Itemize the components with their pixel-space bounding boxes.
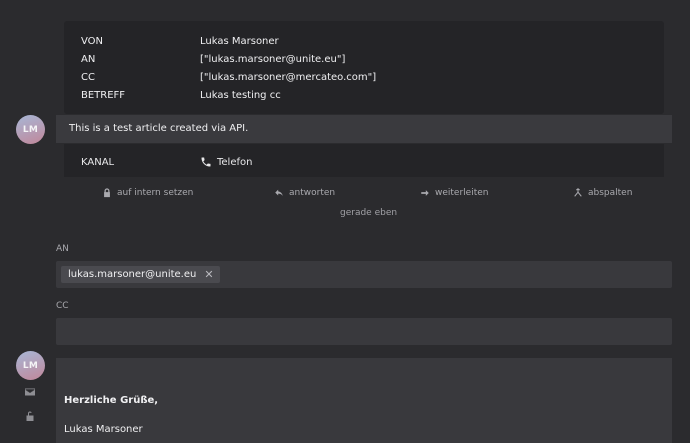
set-internal-button[interactable]: auf intern setzen xyxy=(102,186,193,200)
avatar-initials: LM xyxy=(22,360,39,371)
to-label: AN xyxy=(56,244,69,254)
reply-editor[interactable]: Herzliche Grüße, Lukas Marsoner xyxy=(56,358,672,443)
meta-value: Lukas testing cc xyxy=(200,90,281,101)
article-timestamp: gerade eben xyxy=(340,208,398,218)
signature-name: Lukas Marsoner xyxy=(64,424,143,435)
meta-key: AN xyxy=(81,54,96,65)
meta-value: ["lukas.marsoner@mercateo.com"] xyxy=(200,72,377,83)
meta-value: ["lukas.marsoner@unite.eu"] xyxy=(200,54,346,65)
article-body-text: This is a test article created via API. xyxy=(69,123,249,134)
meta-value: Lukas Marsoner xyxy=(200,36,279,47)
close-icon[interactable]: ✕ xyxy=(204,269,213,280)
split-button[interactable]: abspalten xyxy=(573,186,632,200)
avatar-initials: LM xyxy=(22,124,39,135)
meta-key: BETREFF xyxy=(81,90,126,101)
meta-key: CC xyxy=(81,72,95,83)
action-label: weiterleiten xyxy=(435,188,489,198)
to-field[interactable]: lukas.marsoner@unite.eu ✕ xyxy=(56,261,672,288)
email-icon[interactable] xyxy=(24,386,36,398)
forward-button[interactable]: weiterleiten xyxy=(420,186,488,200)
action-label: abspalten xyxy=(588,188,633,198)
action-label: antworten xyxy=(289,188,336,198)
channel-value: Telefon xyxy=(217,157,253,168)
action-label: auf intern setzen xyxy=(117,188,194,198)
article-body: This is a test article created via API. xyxy=(56,115,672,143)
signature-greeting: Herzliche Grüße, xyxy=(64,395,159,406)
meta-key: VON xyxy=(81,36,104,47)
reply-icon xyxy=(275,189,283,196)
avatar[interactable]: LM xyxy=(16,115,45,144)
reply-button[interactable]: antworten xyxy=(274,186,335,200)
article-channel: KANAL Telefon xyxy=(64,144,664,177)
unlock-icon[interactable] xyxy=(24,410,36,422)
split-icon xyxy=(574,188,582,197)
article-meta: VON Lukas Marsoner AN ["lukas.marsoner@u… xyxy=(64,21,664,114)
lock-icon xyxy=(104,188,110,198)
recipient-chip[interactable]: lukas.marsoner@unite.eu ✕ xyxy=(61,266,220,283)
cc-field[interactable] xyxy=(56,318,672,345)
ticket-view: LM VON Lukas Marsoner AN ["lukas.marsone… xyxy=(0,0,690,443)
reply-avatar[interactable]: LM xyxy=(16,351,45,380)
recipient-chip-label: lukas.marsoner@unite.eu xyxy=(68,269,197,280)
forward-icon xyxy=(421,190,429,196)
cc-label: CC xyxy=(56,301,69,311)
channel-key: KANAL xyxy=(81,157,115,168)
phone-icon xyxy=(201,157,211,167)
